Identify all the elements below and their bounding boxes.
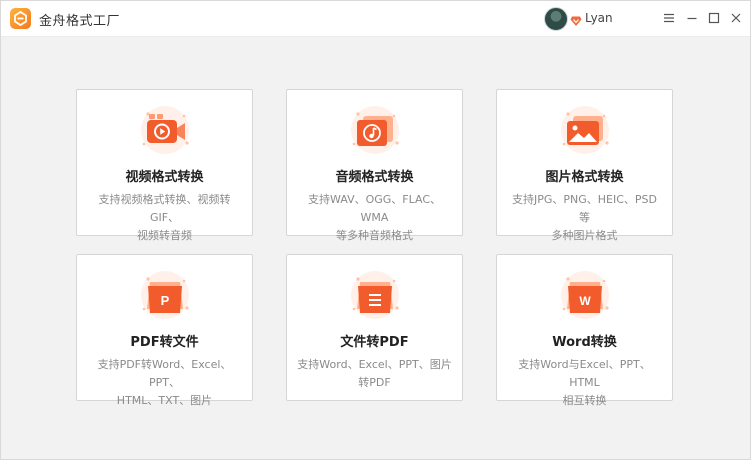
card-description-line: 支持JPG、PNG、HEIC、PSD等 (511, 193, 658, 224)
card-description-line: 支持Word、Excel、PPT、图片 (297, 358, 452, 371)
card-description-line: 视频转音频 (137, 229, 192, 242)
card-description: 支持视频格式转换、视频转GIF、 视频转音频 (87, 191, 242, 245)
card-pdf-to-file[interactable]: P PDF转文件 支持PDF转Word、Excel、PPT、 HTML、TXT、… (76, 254, 253, 407)
card-audio-convert[interactable]: 音频格式转换 支持WAV、OGG、FLAC、WMA 等多种音频格式 (286, 89, 463, 242)
image-icon (554, 104, 616, 156)
card-description: 支持Word与Excel、PPT、HTML 相互转换 (507, 356, 662, 410)
minimize-icon[interactable] (685, 11, 699, 25)
app-logo-icon (10, 8, 31, 29)
close-icon[interactable] (729, 11, 743, 25)
card-description-line: 支持WAV、OGG、FLAC、WMA (307, 193, 442, 224)
user-avatar[interactable] (544, 7, 568, 31)
vip-badge-icon (570, 12, 582, 26)
card-file-to-pdf[interactable]: 文件转PDF 支持Word、Excel、PPT、图片 转PDF (286, 254, 463, 401)
card-title: Word转换 (552, 335, 617, 350)
card-description-line: 多种图片格式 (551, 229, 618, 242)
audio-icon (344, 104, 406, 156)
card-image-convert[interactable]: 图片格式转换 支持JPG、PNG、HEIC、PSD等 多种图片格式 (496, 89, 673, 242)
card-description-line: HTML、TXT、图片 (116, 394, 213, 407)
svg-text:W: W (579, 294, 591, 308)
svg-text:P: P (161, 293, 170, 308)
card-description: 支持JPG、PNG、HEIC、PSD等 多种图片格式 (507, 191, 662, 245)
card-description-line: 等多种音频格式 (336, 229, 413, 242)
title-bar: 金舟格式工厂 Lyan (1, 1, 750, 37)
card-word-convert[interactable]: W Word转换 支持Word与Excel、PPT、HTML 相互转换 (496, 254, 673, 407)
card-description-line: 支持视频格式转换、视频转GIF、 (98, 193, 231, 224)
card-description: 支持Word、Excel、PPT、图片 转PDF (297, 356, 452, 392)
card-description-line: 支持Word与Excel、PPT、HTML (518, 358, 651, 389)
file-to-pdf-icon (344, 269, 406, 321)
card-description-line: 相互转换 (562, 394, 607, 407)
card-title: 文件转PDF (340, 335, 409, 350)
card-description: 支持PDF转Word、Excel、PPT、 HTML、TXT、图片 (87, 356, 242, 410)
maximize-icon[interactable] (707, 11, 721, 25)
card-description-line: 转PDF (358, 376, 391, 389)
video-icon (134, 104, 196, 156)
app-title: 金舟格式工厂 (39, 14, 121, 29)
app-window: 金舟格式工厂 Lyan 视频格式转换 支持视频格式转换、视频转GIF、 视频转音… (0, 0, 751, 460)
word-convert-icon: W (554, 269, 616, 321)
card-title: 视频格式转换 (125, 170, 204, 185)
card-description-line: 支持PDF转Word、Excel、PPT、 (97, 358, 232, 389)
card-title: PDF转文件 (130, 335, 199, 350)
card-video-convert[interactable]: 视频格式转换 支持视频格式转换、视频转GIF、 视频转音频 (76, 89, 253, 242)
username[interactable]: Lyan (585, 11, 613, 25)
menu-icon[interactable] (662, 11, 676, 25)
card-description: 支持WAV、OGG、FLAC、WMA 等多种音频格式 (297, 191, 452, 245)
card-title: 音频格式转换 (335, 170, 414, 185)
card-title: 图片格式转换 (545, 170, 624, 185)
pdf-to-file-icon: P (134, 269, 196, 321)
